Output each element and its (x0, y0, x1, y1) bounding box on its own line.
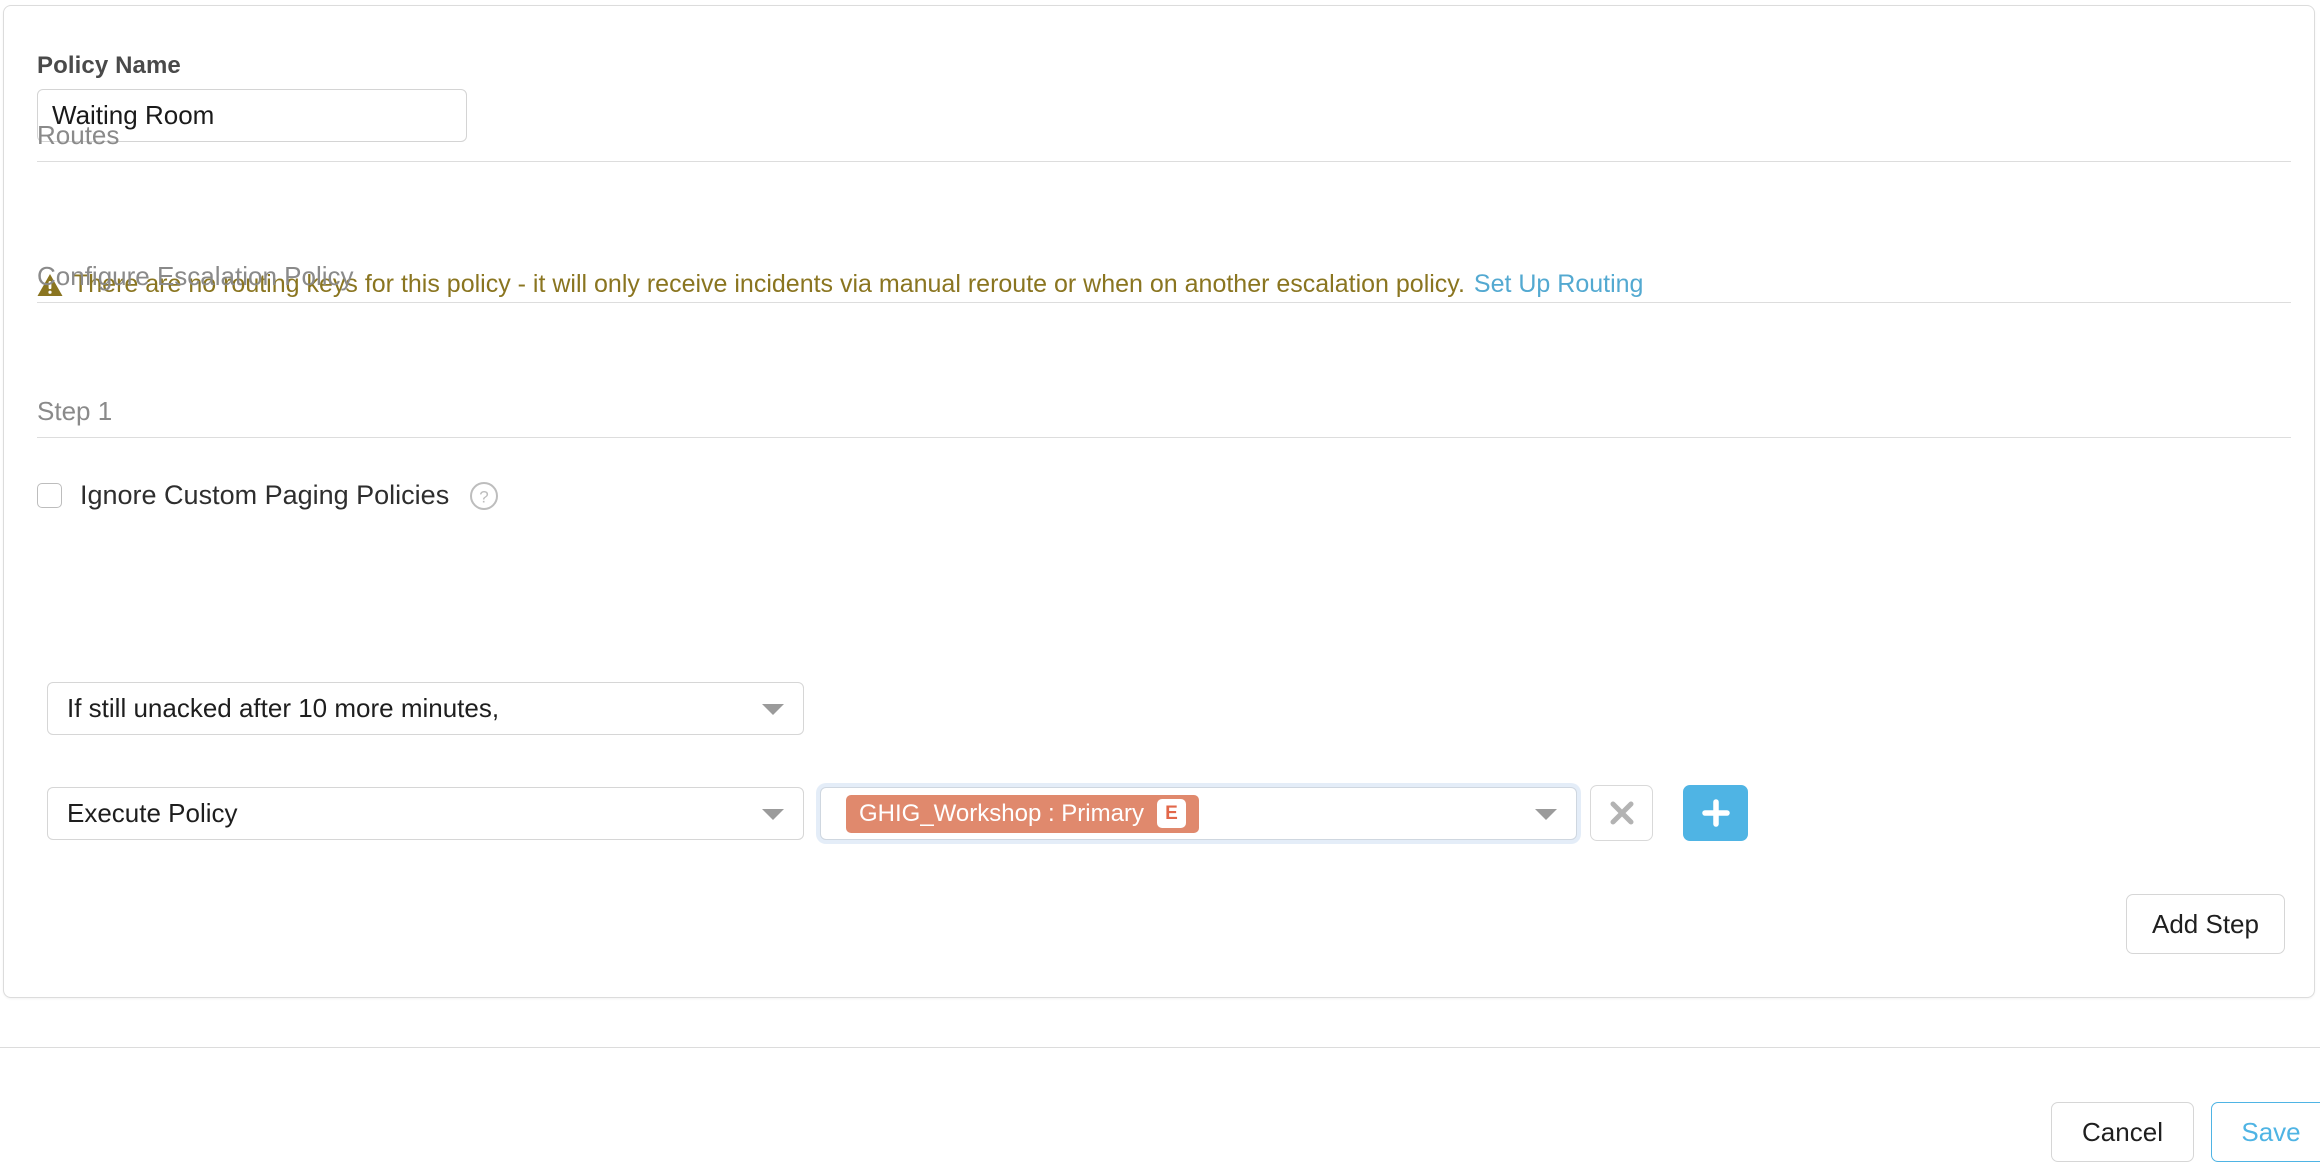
target-tag-badge: E (1156, 799, 1186, 828)
escalation-target-select[interactable]: GHIG_Workshop : Primary E (820, 787, 1577, 840)
escalation-action-value: Execute Policy (67, 798, 238, 828)
close-x-icon (1610, 801, 1633, 825)
routes-heading: Routes (37, 120, 120, 150)
add-target-button[interactable] (1683, 785, 1748, 841)
svg-text:?: ? (479, 487, 488, 506)
routes-divider (37, 161, 2291, 162)
ignore-custom-paging-row: Ignore Custom Paging Policies ? (37, 480, 499, 511)
add-step-button[interactable]: Add Step (2126, 894, 2285, 954)
escalation-condition-select[interactable]: If still unacked after 10 more minutes, (47, 682, 804, 735)
save-button[interactable]: Save (2211, 1102, 2320, 1162)
ignore-custom-paging-checkbox[interactable] (37, 483, 62, 508)
target-tag-label: GHIG_Workshop : Primary (859, 799, 1144, 827)
configure-escalation-divider (37, 302, 2291, 303)
configure-escalation-heading: Configure Escalation Policy (37, 261, 354, 291)
chevron-down-icon (1535, 808, 1557, 820)
step-1-heading: Step 1 (37, 396, 113, 426)
footer-divider (0, 1047, 2320, 1048)
escalation-policy-card: Policy Name Routes There are no routing … (3, 5, 2315, 998)
target-tag[interactable]: GHIG_Workshop : Primary E (846, 794, 1199, 833)
escalation-condition-value: If still unacked after 10 more minutes, (67, 693, 500, 723)
policy-name-label: Policy Name (37, 52, 181, 79)
question-circle-icon[interactable]: ? (469, 481, 499, 511)
cancel-button[interactable]: Cancel (2051, 1102, 2194, 1162)
ignore-custom-paging-label: Ignore Custom Paging Policies (80, 480, 450, 510)
remove-target-button[interactable] (1590, 785, 1653, 841)
set-up-routing-link[interactable]: Set Up Routing (1474, 270, 1644, 299)
plus-icon (1701, 799, 1730, 827)
step-1-divider (37, 437, 2291, 438)
escalation-action-select[interactable]: Execute Policy (47, 787, 804, 840)
chevron-down-icon (762, 703, 784, 715)
chevron-down-icon (762, 808, 784, 820)
